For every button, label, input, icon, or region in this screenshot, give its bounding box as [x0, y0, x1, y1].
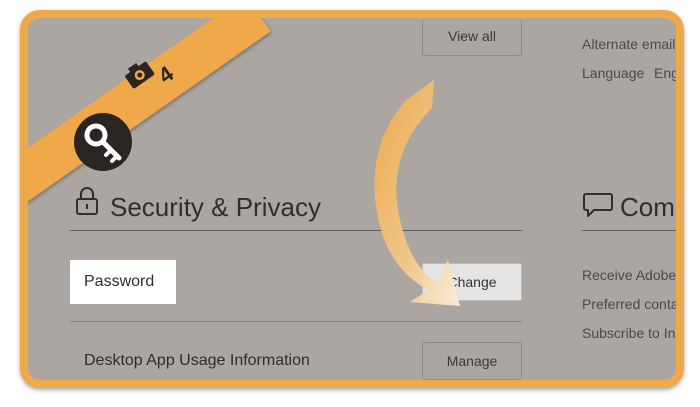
- key-icon: [84, 123, 122, 163]
- dimmed-page: View all Alternate email Language Eng Se…: [28, 18, 676, 380]
- security-privacy-heading: Security & Privacy: [110, 192, 321, 222]
- communication-item: Preferred conta: [582, 296, 679, 312]
- speech-bubble-icon: [582, 190, 614, 225]
- lock-icon: [75, 186, 99, 221]
- screenshot-frame: View all Alternate email Language Eng Se…: [20, 10, 684, 388]
- manage-button[interactable]: Manage: [422, 342, 522, 380]
- communication-divider: [582, 230, 676, 231]
- password-label: Password: [70, 260, 176, 304]
- key-badge: [74, 113, 132, 171]
- language-value[interactable]: Eng: [654, 65, 676, 81]
- corner-banner: [28, 18, 271, 221]
- view-all-button[interactable]: View all: [422, 20, 522, 56]
- communication-item: Receive Adobe: [582, 267, 677, 283]
- language-label: Language: [582, 65, 645, 81]
- communication-item: Subscribe to In: [582, 325, 676, 341]
- password-divider: [70, 321, 522, 322]
- alternate-email-label: Alternate email: [582, 36, 676, 52]
- communication-heading: Com: [620, 192, 675, 222]
- desktop-app-usage-label: Desktop App Usage Information: [84, 352, 310, 369]
- curved-arrow-annotation: [348, 78, 488, 313]
